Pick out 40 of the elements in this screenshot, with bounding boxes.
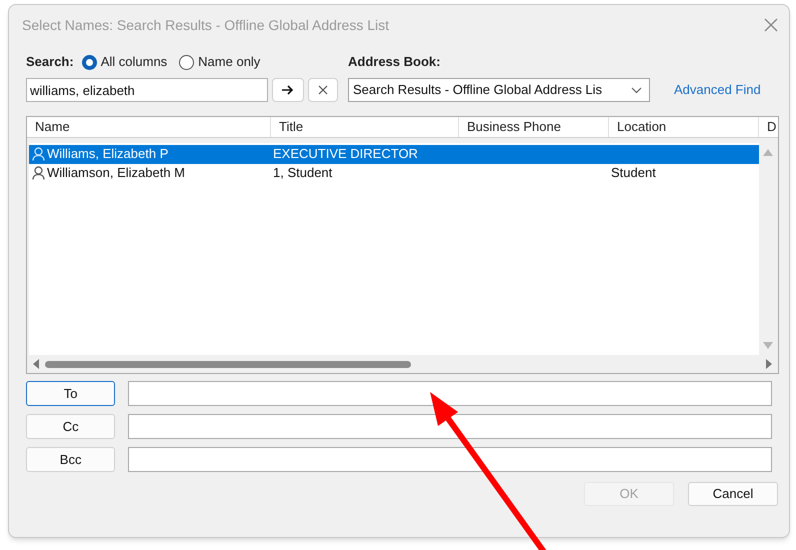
search-label: Search: <box>26 53 74 72</box>
clear-button[interactable] <box>308 78 338 102</box>
column-header[interactable]: Title <box>271 117 459 137</box>
address-book-label: Address Book: <box>348 53 440 72</box>
recipient-field[interactable] <box>128 414 772 439</box>
arrow-right-icon <box>282 85 294 95</box>
close-icon <box>318 85 328 95</box>
recipient-field[interactable] <box>128 381 772 406</box>
scroll-right-icon[interactable] <box>766 359 772 370</box>
radio-option[interactable]: All columns <box>82 52 168 72</box>
radio-option[interactable]: Name only <box>179 52 260 72</box>
address-book-dropdown[interactable]: Search Results - Offline Global Address Lis <box>348 78 650 102</box>
table-cell-text: 1, Student <box>273 164 332 182</box>
person-icon <box>32 166 45 180</box>
scroll-down-icon[interactable] <box>762 342 772 350</box>
table-cell-text: Williamson, Elizabeth M <box>47 164 185 182</box>
recipient-button[interactable]: To <box>26 381 116 406</box>
scroll-left-icon[interactable] <box>33 359 39 370</box>
recipient-button[interactable]: Cc <box>26 414 116 439</box>
table-cell-text: EXECUTIVE DIRECTOR <box>273 145 418 164</box>
window-title: Select Names: Search Results - Offline Global Address List <box>22 16 390 34</box>
scroll-up-icon[interactable] <box>762 148 772 156</box>
recipient-button[interactable]: Bcc <box>26 447 116 472</box>
table-cell-text: Student <box>611 164 656 182</box>
search-field[interactable]: williams, elizabeth <box>26 78 268 102</box>
column-header[interactable]: Name <box>27 117 271 137</box>
scrollbar-thumb[interactable] <box>45 360 411 368</box>
advanced-find-link[interactable]: Advanced Find <box>674 80 761 100</box>
chevron-down-icon <box>631 86 642 94</box>
person-icon <box>32 147 45 162</box>
close-icon[interactable] <box>764 18 778 32</box>
column-header[interactable]: D <box>759 117 778 137</box>
recipient-field[interactable] <box>128 447 772 472</box>
go-button[interactable] <box>272 78 304 102</box>
column-header[interactable]: Business Phone <box>459 117 609 137</box>
table-row[interactable]: Williams, Elizabeth P EXECUTIVE DIRECTOR <box>29 144 759 164</box>
column-header[interactable]: Location <box>609 117 759 137</box>
table-cell-text: Williams, Elizabeth P <box>47 145 168 164</box>
table-row[interactable]: Williamson, Elizabeth M 1, Student Student <box>29 164 759 183</box>
dialog-button[interactable]: Cancel <box>688 482 778 506</box>
